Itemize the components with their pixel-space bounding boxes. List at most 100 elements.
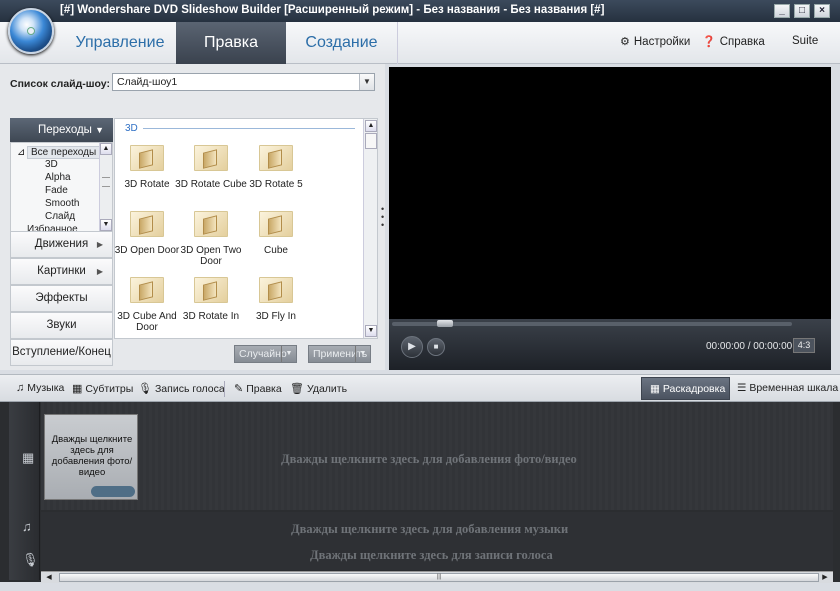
- category-intro-outro[interactable]: Вступление/Конец: [10, 339, 113, 366]
- scroll-up-icon[interactable]: ▲: [100, 143, 112, 155]
- transition-item[interactable]: 3D Open Two Door: [174, 211, 248, 267]
- transition-item[interactable]: 3D Rotate 5: [239, 145, 313, 190]
- category-sounds[interactable]: Звуки: [10, 312, 113, 339]
- grid-section-title: 3D: [125, 123, 138, 134]
- category-motions-label: Движения: [34, 238, 89, 250]
- scroll-thumb[interactable]: [365, 133, 377, 149]
- track-icons-column: ▦ ♫ 🎙: [9, 402, 40, 580]
- trash-icon: 🗑: [290, 383, 304, 395]
- pencil-icon: ✎: [234, 383, 244, 395]
- storyboard-view-button[interactable]: ▦ Раскадровка: [641, 377, 730, 400]
- transition-label: 3D Cube And Door: [117, 311, 177, 333]
- random-button[interactable]: Случайно ▼: [234, 345, 297, 363]
- tree-expand-icon[interactable]: ⊿: [17, 147, 25, 158]
- play-button[interactable]: ▶: [401, 336, 423, 358]
- transition-item[interactable]: 3D Rotate In: [174, 277, 248, 322]
- tree-item-3d[interactable]: 3D: [45, 159, 58, 170]
- grid-scrollbar[interactable]: ▲ ▼: [363, 119, 377, 338]
- tab-create[interactable]: Создание: [286, 22, 398, 64]
- transition-label: Cube: [264, 245, 288, 256]
- tree-item-all[interactable]: Все переходы: [27, 146, 101, 159]
- tab-manage[interactable]: Управление: [64, 22, 176, 64]
- music-button[interactable]: ♫ Музыка: [16, 382, 64, 394]
- transition-label: 3D Open Two Door: [180, 245, 242, 267]
- scroll-down-icon[interactable]: ▼: [100, 219, 112, 231]
- photo-slot[interactable]: Дважды щелкните здесь для добавления фот…: [44, 414, 138, 500]
- transition-label: 3D Rotate Cube: [175, 179, 247, 190]
- storyboard-label: Раскадровка: [662, 383, 726, 395]
- tree-item-alpha[interactable]: Alpha: [45, 172, 71, 183]
- transition-item[interactable]: Cube: [239, 211, 313, 256]
- disc-hole: [27, 27, 35, 35]
- slideshow-select-value: Слайд-шоу1: [117, 76, 178, 88]
- help-icon: ❓: [702, 36, 716, 48]
- category-pictures[interactable]: Картинки ▶: [10, 258, 113, 285]
- list-icon: ☰: [737, 382, 750, 394]
- transition-thumbnail: [130, 211, 164, 237]
- scroll-up-icon[interactable]: ▲: [365, 120, 377, 132]
- transition-tree: ⊿ Все переходы 3D Alpha Fade Smooth Слай…: [10, 142, 113, 232]
- grid-icon: ▦: [650, 383, 663, 395]
- music-note-icon: ♫: [16, 382, 25, 394]
- edit-button[interactable]: ✎ Правка: [234, 382, 282, 395]
- voice-record-button[interactable]: 🎙 Запись голоса: [138, 382, 225, 395]
- apply-button[interactable]: Применить ▼: [308, 345, 371, 363]
- category-transitions[interactable]: Переходы ▼: [10, 118, 113, 142]
- tab-edit[interactable]: Правка: [176, 22, 286, 64]
- slideshow-list-label: Список слайд-шоу:: [10, 78, 110, 90]
- chevron-down-icon[interactable]: ▼: [281, 346, 296, 362]
- chevron-down-icon[interactable]: ▼: [359, 74, 374, 90]
- transition-item[interactable]: 3D Fly In: [239, 277, 313, 322]
- chevron-down-icon[interactable]: ▼: [355, 346, 370, 362]
- close-button[interactable]: ×: [814, 4, 830, 18]
- settings-button[interactable]: ⚙ Настройки: [620, 35, 690, 48]
- triangle-right-icon: ▶: [96, 240, 103, 249]
- transition-grid: 3D 3D Rotate 3D Rotate Cube 3D Rotate 5 …: [114, 118, 378, 339]
- tree-scrollbar[interactable]: ▲ ▼: [99, 143, 112, 231]
- minimize-button[interactable]: _: [774, 4, 790, 18]
- slot-duration-bar: [91, 486, 135, 497]
- transition-thumbnail: [130, 145, 164, 171]
- film-icon: ▦: [72, 383, 83, 395]
- random-label: Случайно: [239, 348, 287, 360]
- music-label: Музыка: [27, 382, 65, 394]
- menu-bar: Управление Правка Создание ⚙ Настройки ❓ С…: [0, 22, 840, 64]
- time-readout: 00:00:00 / 00:00:00: [706, 341, 793, 352]
- scroll-down-icon[interactable]: ▼: [365, 325, 377, 337]
- aspect-ratio-button[interactable]: 4:3: [793, 338, 815, 353]
- transition-label: 3D Rotate: [124, 179, 170, 190]
- window-title: [#] Wondershare DVD Slideshow Builder [Р…: [60, 4, 605, 16]
- scroll-thumb[interactable]: |||: [59, 573, 819, 582]
- app-logo[interactable]: [8, 8, 54, 54]
- settings-label: Настройки: [633, 36, 691, 48]
- help-button[interactable]: ❓ Справка: [702, 35, 765, 48]
- scroll-left-icon[interactable]: ◀: [43, 573, 55, 582]
- voice-hint: Дважды щелкните здесь для записи голоса: [310, 548, 553, 562]
- transition-thumbnail: [130, 277, 164, 303]
- tree-item-smooth[interactable]: Smooth: [45, 198, 79, 209]
- subtitles-button[interactable]: ▦ Субтитры: [72, 382, 133, 395]
- suite-button[interactable]: Suite: [792, 35, 818, 47]
- slideshow-select[interactable]: Слайд-шоу1 ▼: [112, 73, 375, 91]
- category-effects[interactable]: Эффекты: [10, 285, 113, 312]
- transition-thumbnail: [194, 211, 228, 237]
- transition-label: 3D Rotate 5: [249, 179, 303, 190]
- stop-button[interactable]: ■: [427, 338, 445, 356]
- seek-thumb[interactable]: [437, 320, 453, 327]
- tree-item-fade[interactable]: Fade: [45, 185, 68, 196]
- triangle-down-icon: ▼: [95, 125, 104, 135]
- scroll-grip[interactable]: [102, 177, 110, 187]
- help-label: Справка: [719, 36, 765, 48]
- scroll-right-icon[interactable]: ▶: [819, 573, 831, 582]
- category-motions[interactable]: Движения ▶: [10, 231, 113, 258]
- transition-item[interactable]: 3D Rotate Cube: [174, 145, 248, 190]
- toolbar-divider: [224, 381, 225, 397]
- timeline-view-button[interactable]: ☰ Временная шкала: [737, 382, 838, 394]
- delete-button[interactable]: 🗑 Удалить: [290, 382, 347, 395]
- panel-splitter[interactable]: • • •: [381, 205, 387, 230]
- voice-label: Запись голоса: [154, 383, 225, 395]
- transition-label: 3D Rotate In: [182, 311, 240, 322]
- maximize-button[interactable]: □: [794, 4, 810, 18]
- horizontal-scrollbar[interactable]: ◀ ||| ▶: [41, 571, 833, 583]
- tree-item-slide[interactable]: Слайд: [45, 211, 75, 222]
